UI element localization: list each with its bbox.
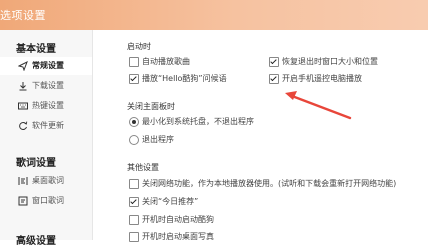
settings-content: 启动时 自动播放歌曲 恢复退出时窗口大小和位置 播放“Hello酷狗”问候语 开… bbox=[93, 30, 428, 242]
option-label: 恢复退出时窗口大小和位置 bbox=[282, 57, 378, 66]
sidebar-item-general-settings[interactable]: 常规设置 bbox=[0, 57, 92, 75]
radio-button[interactable] bbox=[129, 117, 139, 127]
window-lyrics-icon bbox=[18, 196, 28, 206]
checkbox[interactable] bbox=[129, 215, 139, 225]
window-title: 选项设置 bbox=[0, 9, 46, 22]
option-label: 关闭网络功能，作为本地播放器使用。(试听和下载会重新打开网络功能) bbox=[142, 179, 397, 188]
sidebar-item-label: 桌面歌词 bbox=[32, 176, 64, 185]
download-icon bbox=[18, 81, 28, 91]
sidebar-item-label: 常规设置 bbox=[32, 61, 64, 70]
sidebar-item-software-update[interactable]: 软件更新 bbox=[0, 117, 92, 135]
category-basic-settings: 基本设置 bbox=[16, 44, 56, 55]
sidebar-item-desktop-lyrics[interactable]: 桌面歌词 bbox=[0, 172, 92, 190]
section-title-other: 其他设置 bbox=[127, 163, 159, 172]
paper-plane-icon bbox=[17, 60, 28, 72]
option-label: 关闭“今日推荐” bbox=[142, 197, 199, 206]
checkbox[interactable] bbox=[129, 74, 139, 84]
option-label: 播放“Hello酷狗”问候语 bbox=[142, 74, 227, 83]
option-label: 开机时自动启动酷狗 bbox=[142, 215, 214, 224]
settings-sidebar: 基本设置 常规设置 下载设置 热键设置 软件更新 歌词设置 桌面歌词 窗口歌词 … bbox=[0, 30, 93, 247]
window-titlebar: 选项设置 bbox=[0, 0, 428, 30]
sidebar-item-download-settings[interactable]: 下载设置 bbox=[0, 77, 92, 95]
sidebar-item-label: 下载设置 bbox=[32, 81, 64, 90]
category-lyrics-settings: 歌词设置 bbox=[16, 158, 56, 169]
refresh-icon bbox=[18, 121, 28, 131]
option-label: 最小化到系统托盘，不退出程序 bbox=[142, 117, 254, 126]
option-label: 开机时启动桌面写真 bbox=[142, 232, 214, 241]
section-title-close-panel: 关闭主面板时 bbox=[127, 102, 175, 111]
checkbox[interactable] bbox=[269, 74, 279, 84]
option-label: 自动播放歌曲 bbox=[142, 57, 190, 66]
checkbox[interactable] bbox=[129, 232, 139, 242]
checkbox[interactable] bbox=[129, 197, 139, 207]
sidebar-item-hotkey-settings[interactable]: 热键设置 bbox=[0, 97, 92, 115]
desktop-lyrics-icon bbox=[18, 176, 28, 186]
sidebar-item-label: 窗口歌词 bbox=[32, 196, 64, 205]
keyboard-icon bbox=[18, 101, 28, 111]
sidebar-item-window-lyrics[interactable]: 窗口歌词 bbox=[0, 192, 92, 210]
section-title-startup: 启动时 bbox=[127, 42, 151, 51]
checkbox[interactable] bbox=[129, 57, 139, 67]
checkbox[interactable] bbox=[129, 179, 139, 189]
sidebar-item-label: 热键设置 bbox=[32, 101, 64, 110]
checkbox[interactable] bbox=[269, 57, 279, 67]
sidebar-item-label: 软件更新 bbox=[32, 121, 64, 130]
option-label: 退出程序 bbox=[142, 135, 174, 144]
option-label: 开启手机遥控电脑播放 bbox=[282, 74, 362, 83]
radio-button[interactable] bbox=[129, 135, 139, 145]
